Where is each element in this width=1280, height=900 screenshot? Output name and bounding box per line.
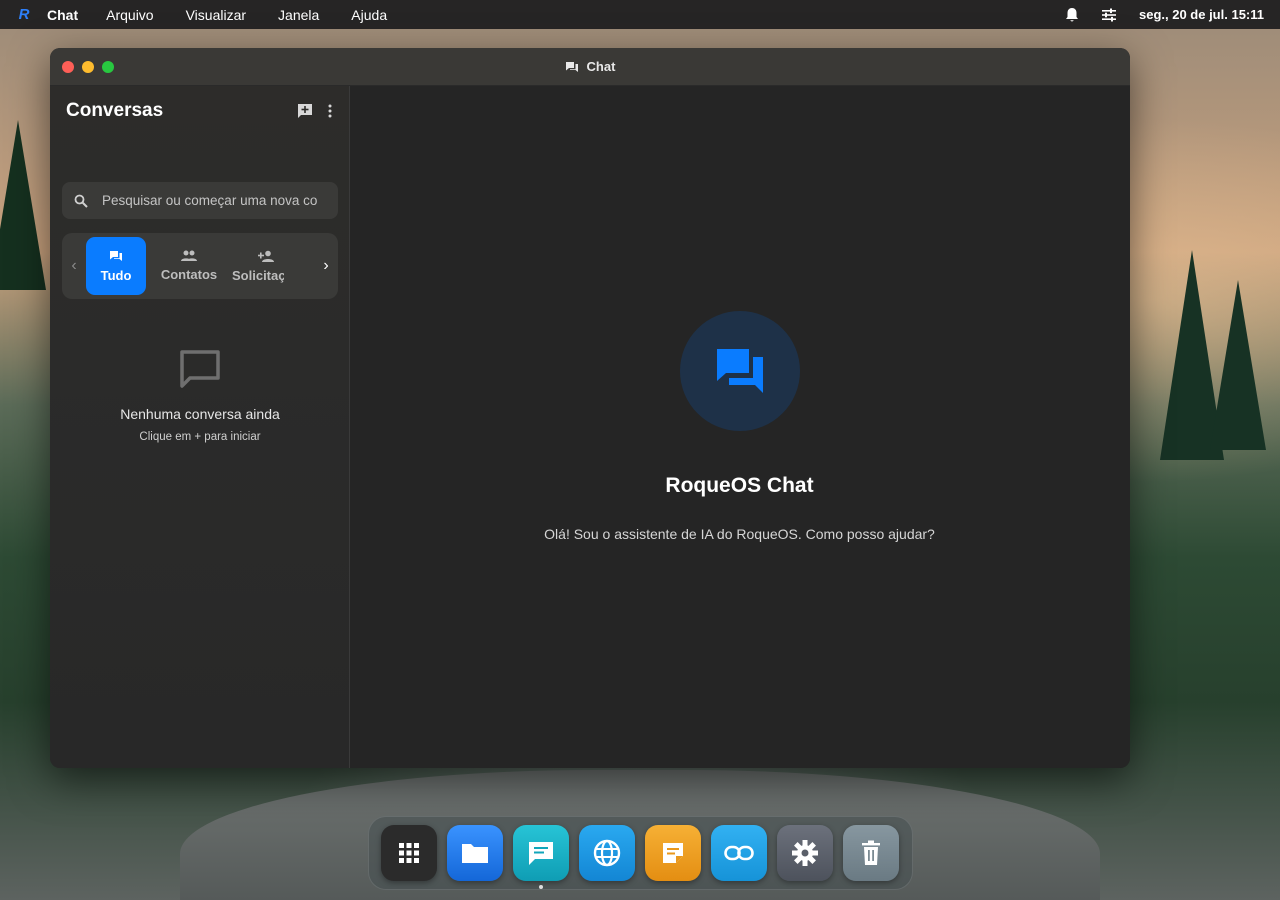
tab-tudo[interactable]: Tudo [86, 237, 146, 295]
message-outline-icon [178, 348, 222, 390]
empty-state: Nenhuma conversa ainda Clique em + para … [50, 348, 350, 443]
new-chat-icon[interactable] [297, 103, 313, 119]
trash-icon [861, 840, 881, 866]
tabs-scroll-left-icon[interactable]: ‹ [62, 257, 86, 275]
chat-icon [527, 840, 555, 866]
hero-icon-circle [680, 311, 800, 431]
search-icon [74, 194, 88, 208]
people-icon [181, 250, 197, 261]
search-field[interactable] [62, 182, 338, 219]
tab-label: Solicitaç [232, 267, 284, 283]
menu-app-name[interactable]: Chat [47, 7, 78, 23]
dock-trash[interactable] [843, 825, 899, 881]
sidebar-header: Conversas [50, 86, 349, 136]
dock-notes[interactable] [645, 825, 701, 881]
window-title-text: Chat [586, 59, 616, 74]
tab-solicitacoes[interactable]: Solicitaç [232, 237, 284, 295]
tab-label: Tudo [100, 267, 132, 283]
wallpaper-tree [1210, 280, 1266, 450]
menu-bar: R Chat Arquivo Visualizar Janela Ajuda s… [0, 0, 1280, 29]
menu-ajuda[interactable]: Ajuda [351, 7, 387, 23]
window-title: Chat [565, 59, 616, 74]
running-indicator [539, 885, 543, 889]
chat-bubbles-icon [565, 61, 579, 73]
tabs-scroll-right-icon[interactable]: › [314, 257, 338, 275]
dock-settings[interactable] [777, 825, 833, 881]
chat-bubbles-icon [109, 250, 123, 262]
conversations-sidebar: Conversas ‹ [50, 86, 350, 768]
folder-icon [461, 842, 489, 864]
close-button[interactable] [62, 61, 74, 73]
maximize-button[interactable] [102, 61, 114, 73]
sidebar-title: Conversas [66, 100, 164, 121]
tab-contatos[interactable]: Contatos [159, 237, 219, 295]
hero-subtitle: Olá! Sou o assistente de IA do RoqueOS. … [544, 526, 935, 542]
minimize-button[interactable] [82, 61, 94, 73]
dock [368, 816, 913, 890]
menu-clock[interactable]: seg., 20 de jul. 15:11 [1139, 7, 1264, 22]
empty-state-subtitle: Clique em + para iniciar [139, 431, 261, 443]
menu-arquivo[interactable]: Arquivo [106, 7, 153, 23]
wallpaper-tree [0, 120, 46, 290]
app-grid-icon [398, 842, 420, 864]
sliders-icon[interactable] [1101, 8, 1117, 22]
dock-browser[interactable] [579, 825, 635, 881]
window-controls [62, 61, 114, 73]
conversation-filter-tabs: ‹ Tudo Contatos Solicitaç › [62, 233, 338, 299]
dock-files[interactable] [447, 825, 503, 881]
bell-icon[interactable] [1065, 7, 1079, 23]
globe-icon [593, 839, 621, 867]
hero-title: RoqueOS Chat [665, 474, 814, 497]
roqueos-logo-icon[interactable]: R [15, 6, 33, 24]
menu-visualizar[interactable]: Visualizar [186, 7, 246, 23]
more-vertical-icon[interactable] [327, 104, 333, 118]
dock-links[interactable] [711, 825, 767, 881]
tab-label: Contatos [160, 267, 218, 282]
dock-app-grid[interactable] [381, 825, 437, 881]
chat-window: Chat Conversas Pesquisar ou começar uma … [50, 48, 1130, 768]
window-titlebar[interactable]: Chat [50, 48, 1130, 86]
forum-icon [715, 347, 765, 395]
menu-janela[interactable]: Janela [278, 7, 319, 23]
search-input[interactable] [102, 193, 324, 208]
empty-state-title: Nenhuma conversa ainda [120, 406, 280, 422]
notes-icon [661, 841, 685, 865]
link-icon [724, 845, 754, 861]
chat-main-pane: RoqueOS Chat Olá! Sou o assistente de IA… [350, 86, 1130, 768]
gear-icon [791, 839, 819, 867]
person-add-icon [258, 250, 274, 262]
dock-chat[interactable] [513, 825, 569, 889]
